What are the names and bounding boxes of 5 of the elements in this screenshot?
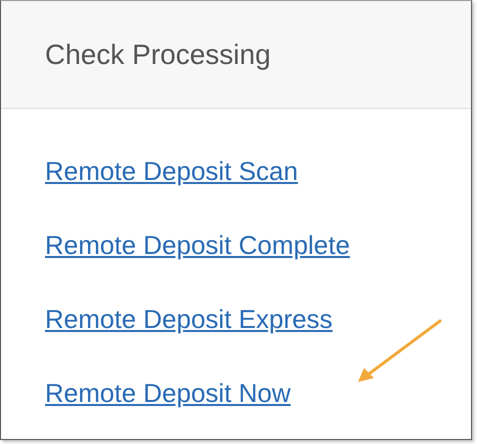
deposit-link[interactable]: Remote Deposit Express xyxy=(45,301,333,338)
deposit-link[interactable]: Remote Deposit Now xyxy=(45,375,291,412)
deposit-link[interactable]: Remote Deposit Complete xyxy=(45,227,350,264)
deposit-link[interactable]: Remote Deposit Scan xyxy=(45,153,298,190)
panel-title: Check Processing xyxy=(45,38,271,72)
